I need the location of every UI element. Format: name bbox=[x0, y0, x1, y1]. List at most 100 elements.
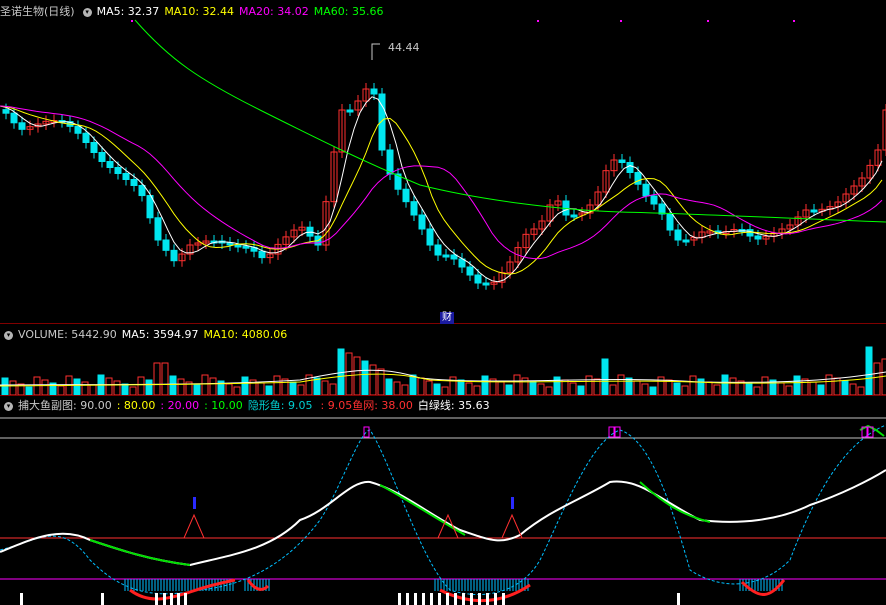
stock-title[interactable]: 圣诺生物(日线) bbox=[0, 5, 75, 18]
level-20: : 20.00 bbox=[160, 399, 200, 412]
candle-body bbox=[650, 195, 658, 205]
candlestick-series bbox=[2, 83, 886, 290]
green-segment bbox=[379, 484, 466, 536]
candle-body bbox=[162, 239, 170, 251]
volume-panel-header: ▾ VOLUME: 5442.90 MA5: 3594.97 MA10: 4080.0… bbox=[0, 327, 292, 343]
candle-body bbox=[386, 149, 394, 175]
candle-body bbox=[154, 217, 162, 241]
bottom-tick bbox=[462, 593, 465, 605]
volume-bar bbox=[345, 352, 353, 396]
bottom-tick bbox=[398, 593, 401, 605]
stock-chart-canvas[interactable] bbox=[0, 0, 886, 605]
bottom-tick bbox=[406, 593, 409, 605]
volume-bar bbox=[57, 385, 65, 396]
bottom-tick bbox=[414, 593, 417, 605]
volume-bar bbox=[657, 376, 665, 396]
volume-bar bbox=[857, 386, 865, 396]
volume-bar bbox=[369, 364, 377, 396]
volume-bar bbox=[41, 379, 49, 396]
indicator-panel-header: ▾ 捕大鱼副图: 90.00: 80.00: 20.00: 10.00 隐形鱼: 9… bbox=[0, 398, 495, 414]
volume-bar bbox=[633, 380, 641, 396]
volume-bar bbox=[577, 385, 585, 396]
volume-bar bbox=[433, 383, 441, 396]
bottom-tick bbox=[177, 593, 180, 605]
volume-bar bbox=[73, 378, 81, 396]
volume-bar bbox=[473, 385, 481, 396]
candle-body bbox=[122, 173, 130, 180]
candle-body bbox=[402, 188, 410, 203]
candle-body bbox=[234, 244, 242, 248]
volume-bar bbox=[513, 374, 521, 396]
candle-body bbox=[370, 88, 378, 95]
volume-bar bbox=[313, 377, 321, 396]
top-marker bbox=[608, 426, 615, 438]
ma5-value: MA5: 32.37 bbox=[96, 5, 160, 18]
candle-body bbox=[138, 185, 146, 197]
volume-bar bbox=[457, 379, 465, 396]
candle-body bbox=[90, 142, 98, 153]
volume-bar bbox=[25, 386, 33, 396]
volume-bar bbox=[713, 384, 721, 396]
candle-body bbox=[10, 112, 18, 124]
candle-body bbox=[626, 162, 634, 173]
candle-body bbox=[810, 209, 818, 213]
bottom-tick bbox=[155, 593, 158, 605]
volume-bars bbox=[0, 346, 886, 396]
candle-body bbox=[426, 228, 434, 246]
signal-marker bbox=[511, 497, 514, 509]
volume-bar bbox=[209, 377, 217, 396]
bottom-tick bbox=[438, 593, 441, 605]
volume-bar bbox=[89, 384, 97, 396]
signal-spike bbox=[183, 513, 205, 539]
volume-bar bbox=[121, 383, 129, 396]
settings-icon[interactable]: ▾ bbox=[4, 401, 13, 411]
value-905: : 9.05 bbox=[320, 399, 353, 412]
volume-bar bbox=[161, 362, 169, 396]
candle-body bbox=[170, 249, 178, 262]
candle-body bbox=[474, 274, 482, 284]
volume-bar bbox=[753, 386, 761, 396]
candle-body bbox=[658, 203, 666, 215]
settings-icon[interactable]: ▾ bbox=[82, 7, 92, 17]
candle-body bbox=[226, 242, 234, 246]
finance-marker[interactable]: 财 bbox=[440, 312, 454, 324]
volume-bar bbox=[81, 381, 89, 396]
candle-body bbox=[570, 214, 578, 218]
volume-bar bbox=[201, 374, 209, 396]
volume-bar bbox=[641, 383, 649, 396]
volume-bar bbox=[609, 384, 617, 396]
hidden-fish-value: 隐形鱼: 9.05 bbox=[247, 399, 313, 412]
volume-bar bbox=[673, 382, 681, 396]
candle-body bbox=[442, 254, 450, 258]
candle-body bbox=[242, 245, 250, 249]
volume-bar bbox=[321, 380, 329, 396]
volume-bar bbox=[145, 379, 153, 396]
volume-bar bbox=[529, 380, 537, 396]
volume-bar bbox=[225, 383, 233, 396]
settings-icon[interactable]: ▾ bbox=[4, 330, 13, 340]
candle-body bbox=[642, 183, 650, 197]
bottom-tick bbox=[101, 593, 104, 605]
volume-bar bbox=[761, 376, 769, 396]
volume-bar bbox=[297, 384, 305, 396]
hidden-fish-line bbox=[0, 424, 886, 596]
candle-body bbox=[2, 109, 10, 114]
indicator-lines bbox=[0, 417, 886, 605]
volume-bar bbox=[265, 385, 273, 396]
volume-bar bbox=[545, 386, 553, 396]
volume-bar bbox=[585, 375, 593, 396]
indicator-title: 捕大鱼副图 bbox=[18, 399, 73, 412]
volume-bar bbox=[393, 381, 401, 396]
volume-bar bbox=[745, 383, 753, 396]
white-green-line-value: 白绿线: 35.63 bbox=[417, 399, 490, 412]
bottom-tick bbox=[502, 593, 505, 605]
signal-dot bbox=[131, 20, 133, 22]
volume-bar bbox=[177, 378, 185, 396]
bottom-tick bbox=[454, 593, 457, 605]
volume-title: VOLUME: 5442.90 bbox=[18, 328, 117, 341]
candle-body bbox=[418, 214, 426, 230]
peak-price-label: 44.44 bbox=[388, 41, 420, 54]
volume-bar bbox=[273, 375, 281, 396]
candle-body bbox=[74, 125, 82, 134]
volume-bar bbox=[825, 374, 833, 396]
